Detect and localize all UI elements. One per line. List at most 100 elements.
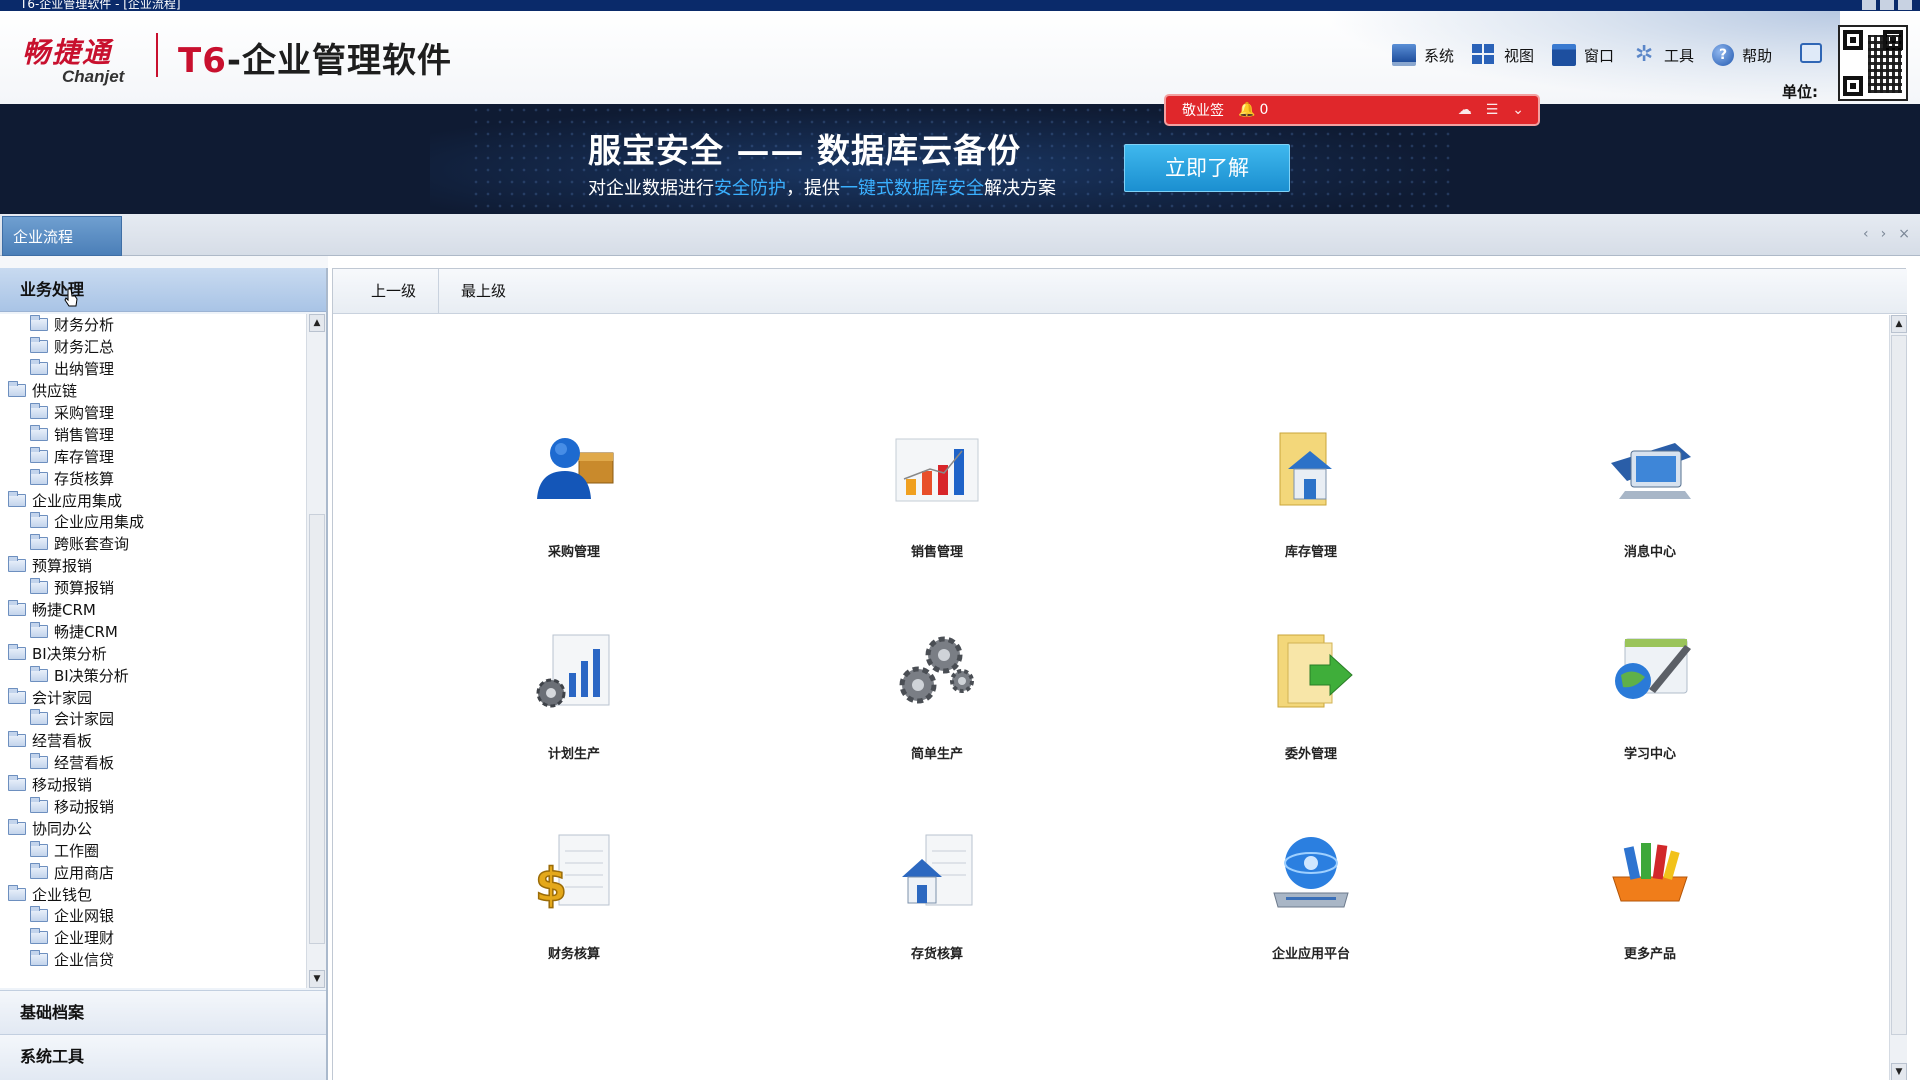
tree-item[interactable]: 会计家园: [0, 708, 306, 730]
tree-group[interactable]: 畅捷CRM: [0, 599, 306, 621]
folder-icon: [30, 840, 48, 857]
monitor-icon: [1392, 44, 1416, 66]
module-outsource[interactable]: 委外管理: [1211, 631, 1411, 781]
tree-item[interactable]: 企业应用集成: [0, 511, 306, 533]
scroll-thumb[interactable]: [309, 514, 325, 944]
tree-item[interactable]: 应用商店: [0, 861, 306, 883]
tree-group[interactable]: 移动报销: [0, 774, 306, 796]
tree-item-label: 会计家园: [54, 710, 115, 729]
tree-group[interactable]: 协同办公: [0, 817, 306, 839]
tree-item[interactable]: 采购管理: [0, 402, 306, 424]
menu-icon[interactable]: ☰: [1486, 102, 1499, 118]
top-level-button[interactable]: 最上级: [439, 269, 528, 314]
module-finance[interactable]: $ 财务核算: [474, 831, 674, 981]
ad-banner[interactable]: 服宝安全 —— 数据库云备份 对企业数据进行安全防护，提供一键式数据库安全解决方…: [0, 104, 1920, 214]
module-app-platform[interactable]: 企业应用平台: [1211, 831, 1411, 981]
tree-item[interactable]: 经营看板: [0, 752, 306, 774]
tree-group[interactable]: 预算报销: [0, 555, 306, 577]
learn-more-button[interactable]: 立即了解: [1124, 144, 1290, 192]
tree-group[interactable]: 供应链: [0, 380, 306, 402]
tree-item-label: 库存管理: [54, 447, 115, 466]
tree-item[interactable]: 库存管理: [0, 445, 306, 467]
tree-scrollbar[interactable]: ▲ ▼: [306, 314, 326, 988]
tree-item[interactable]: 企业网银: [0, 905, 306, 927]
module-stock-accounting[interactable]: 存货核算: [837, 831, 1037, 981]
tree-item-label: 移动报销: [32, 776, 93, 795]
online-service-icon[interactable]: [1800, 43, 1822, 63]
content-scrollbar[interactable]: ▲ ▼: [1889, 315, 1907, 1080]
up-level-button[interactable]: 上一级: [333, 269, 440, 314]
chevron-down-icon[interactable]: ⌄: [1512, 102, 1524, 118]
folder-icon: [30, 906, 48, 923]
module-purchase[interactable]: 采购管理: [474, 429, 674, 579]
module-label: 消息中心: [1623, 545, 1676, 560]
menu-tools[interactable]: ✲ 工具: [1632, 44, 1694, 66]
module-sales[interactable]: 销售管理: [837, 429, 1037, 579]
module-inventory[interactable]: 库存管理: [1211, 429, 1411, 579]
module-simple-production[interactable]: 简单生产: [837, 631, 1037, 781]
banner-sub-highlight: 一键式数据库安全: [840, 178, 984, 199]
tree-item[interactable]: 财务分析: [0, 314, 306, 336]
tree-item[interactable]: 出纳管理: [0, 358, 306, 380]
tab-prev-icon[interactable]: ‹: [1863, 226, 1869, 242]
scroll-down-arrow[interactable]: ▼: [309, 970, 325, 988]
minimize-button[interactable]: [1862, 0, 1876, 10]
module-plan-production[interactable]: 计划生产: [474, 631, 674, 781]
section-basic-archives[interactable]: 基础档案: [0, 990, 326, 1034]
folder-icon: [30, 709, 48, 726]
tree-group[interactable]: 经营看板: [0, 730, 306, 752]
sticky-note-label: 敬业签: [1182, 103, 1224, 119]
tree-group[interactable]: 企业钱包: [0, 883, 306, 905]
window-icon: [1552, 44, 1577, 66]
menu-view[interactable]: 视图: [1472, 44, 1534, 66]
cloud-icon[interactable]: ☁: [1458, 102, 1472, 118]
tree-item[interactable]: 财务汇总: [0, 336, 306, 358]
maximize-button[interactable]: [1880, 0, 1894, 10]
tab-enterprise-flow[interactable]: 企业流程: [2, 216, 122, 256]
tree-item[interactable]: 存货核算: [0, 467, 306, 489]
tab-next-icon[interactable]: ›: [1881, 226, 1887, 242]
module-label: 更多产品: [1623, 947, 1676, 962]
scroll-down-arrow[interactable]: ▼: [1891, 1063, 1907, 1080]
tree-item[interactable]: 工作圈: [0, 839, 306, 861]
window-title-bar: T6-企业管理软件 - [企业流程]: [0, 0, 1920, 11]
scroll-up-arrow[interactable]: ▲: [1891, 315, 1907, 333]
scroll-up-arrow[interactable]: ▲: [309, 314, 325, 332]
tree-item-label: 协同办公: [32, 819, 93, 838]
section-system-tools[interactable]: 系统工具: [0, 1034, 326, 1080]
tree-item[interactable]: 畅捷CRM: [0, 620, 306, 642]
app-header: 畅捷通 Chanjet T6-企业管理软件 系统 视图 窗口 ✲ 工具 ? 帮助…: [0, 11, 1920, 104]
menu-help[interactable]: ? 帮助: [1712, 44, 1772, 66]
tree-item[interactable]: 移动报销: [0, 796, 306, 818]
close-button[interactable]: [1898, 0, 1912, 10]
module-label: 库存管理: [1284, 545, 1337, 560]
section-business[interactable]: 业务处理: [0, 268, 326, 312]
sticky-note-bar[interactable]: 敬业签 🔔 0 ☁ ☰ ⌄: [1164, 94, 1540, 126]
product-title: T6-企业管理软件: [178, 33, 452, 82]
tree-item-label: 经营看板: [54, 754, 115, 773]
tree-item[interactable]: 跨账套查询: [0, 533, 306, 555]
tree-item[interactable]: 预算报销: [0, 577, 306, 599]
folder-icon: [30, 578, 48, 595]
menu-system[interactable]: 系统: [1392, 44, 1454, 66]
menu-window[interactable]: 窗口: [1552, 44, 1614, 66]
nav-tree: 财务分析 财务汇总 出纳管理 供应链 采购管理 销售管理 库存管理 存货核算 企业应用集成 企业应…: [0, 314, 306, 988]
tree-item[interactable]: 企业信贷: [0, 949, 306, 971]
tree-group[interactable]: 企业应用集成: [0, 489, 306, 511]
tree-group[interactable]: 会计家园: [0, 686, 306, 708]
menu-bar: 系统 视图 窗口 ✲ 工具 ? 帮助: [1392, 41, 1790, 69]
tab-close-icon[interactable]: ×: [1898, 226, 1910, 242]
tree-item[interactable]: 销售管理: [0, 423, 306, 445]
message-monitor-icon: [1611, 443, 1691, 499]
module-learning-center[interactable]: 学习中心: [1550, 631, 1750, 781]
tree-item-label: 预算报销: [32, 557, 93, 576]
tree-item[interactable]: BI决策分析: [0, 664, 306, 686]
tree-group[interactable]: BI决策分析: [0, 642, 306, 664]
tree-item[interactable]: 企业理财: [0, 927, 306, 949]
folder-icon: [30, 468, 48, 485]
scroll-thumb[interactable]: [1891, 335, 1907, 1035]
module-more-products[interactable]: 更多产品: [1550, 831, 1750, 981]
module-message-center[interactable]: 消息中心: [1550, 429, 1750, 579]
module-label: 简单生产: [910, 747, 963, 762]
content-toolbar: 上一级 最上级: [333, 269, 1907, 314]
